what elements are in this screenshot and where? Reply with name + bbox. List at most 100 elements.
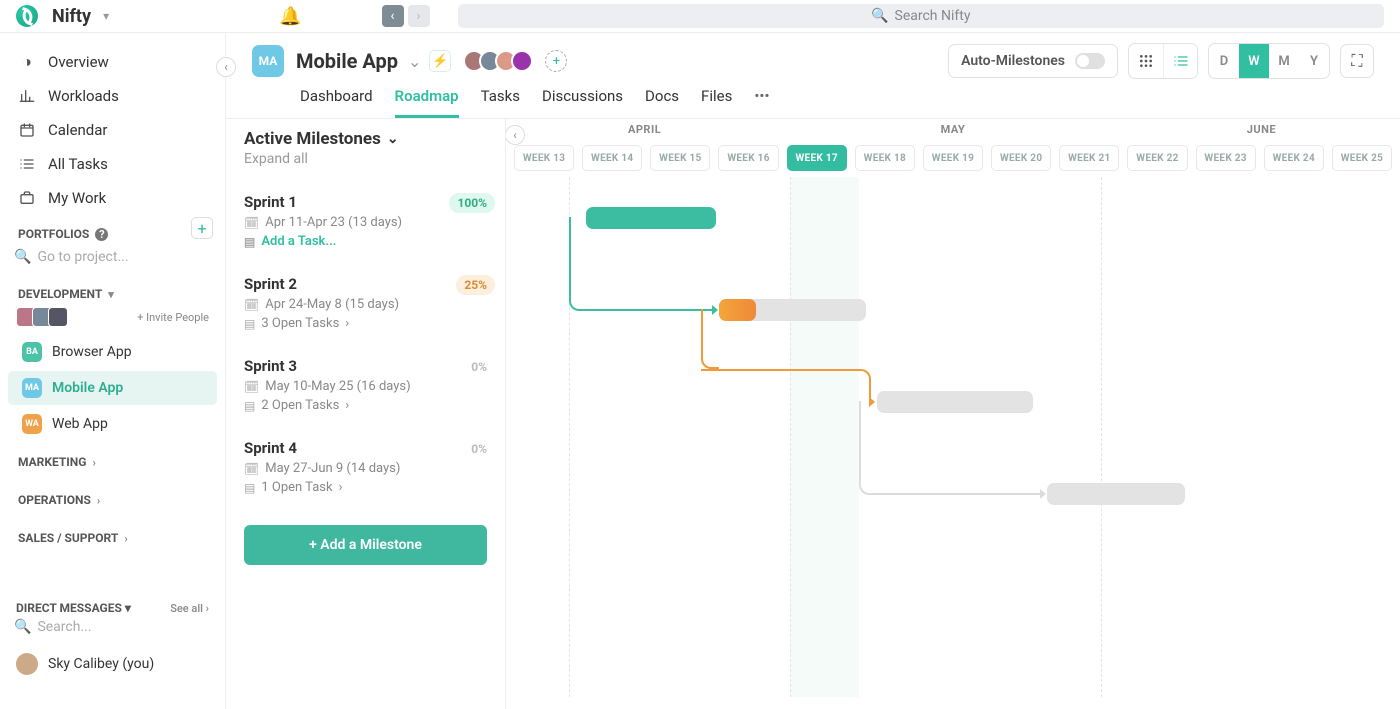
collapse-sidebar-button[interactable]: ‹ [216, 57, 236, 77]
open-tasks-link[interactable]: ▤2 Open Tasks › [244, 398, 487, 413]
chevron-right-icon: › [339, 480, 343, 495]
week-pill[interactable]: WEEK 25 [1332, 145, 1392, 171]
bell-icon[interactable]: 🔔 [279, 6, 301, 27]
progress-badge: 0% [463, 439, 495, 459]
task-icon: ▤ [244, 399, 255, 413]
tab-dashboard[interactable]: Dashboard [300, 87, 373, 118]
goto-project-input[interactable]: 🔍 Go to project... [14, 249, 211, 265]
sales-header[interactable]: SALES / SUPPORT › [0, 511, 225, 549]
gantt-bar-sprint1[interactable] [586, 207, 716, 229]
auto-milestones-toggle[interactable]: Auto-Milestones [948, 44, 1118, 78]
zoom-week[interactable]: W [1239, 44, 1269, 78]
team-avatars: + Invite People [0, 305, 225, 333]
sidebar-item-workloads[interactable]: Workloads [0, 79, 225, 113]
nifty-logo[interactable] [16, 5, 38, 27]
add-member-button[interactable]: + [545, 50, 567, 72]
development-header[interactable]: DEVELOPMENT ▾ [0, 275, 225, 305]
nav-back-button[interactable]: ‹ [382, 5, 404, 27]
project-title[interactable]: Mobile App [296, 49, 398, 73]
tab-files[interactable]: Files [701, 87, 732, 118]
project-mobile-app[interactable]: MA Mobile App [8, 371, 217, 405]
sidebar-item-label: Overview [48, 53, 109, 71]
chevron-down-icon[interactable]: ▾ [103, 9, 109, 23]
milestone-name: Sprint 3 [244, 357, 487, 375]
milestone-row[interactable]: 100% Sprint 1 🗓Apr 11-Apr 23 (13 days) ▤… [244, 193, 487, 249]
timeline-weeks: WEEK 13 WEEK 14 WEEK 15 WEEK 16 WEEK 17 WEEK … [506, 139, 1400, 177]
timeline-body[interactable] [506, 177, 1400, 697]
zoom-month[interactable]: M [1269, 44, 1299, 78]
project-badge: WA [22, 414, 42, 434]
month-label: APRIL [506, 119, 783, 139]
week-pill[interactable]: WEEK 14 [582, 145, 642, 171]
brand-name[interactable]: Nifty [52, 6, 91, 27]
sidebar-item-overview[interactable]: ◑ Overview [0, 45, 225, 79]
tab-tasks[interactable]: Tasks [481, 87, 520, 118]
marketing-label: MARKETING [18, 455, 86, 469]
project-label: Mobile App [52, 380, 123, 396]
roadmap: Active Milestones ⌄ Expand all 100% Spri… [226, 119, 1400, 709]
direct-messages-header[interactable]: DIRECT MESSAGES ▾ See all › [0, 589, 225, 617]
milestone-row[interactable]: 0% Sprint 3 🗓May 10-May 25 (16 days) ▤2 … [244, 357, 487, 413]
avatar[interactable] [48, 307, 68, 327]
search-icon: 🔍 [14, 619, 31, 635]
gantt-bar-sprint2[interactable] [719, 299, 867, 321]
chevron-down-icon: ▾ [125, 601, 131, 615]
zoom-year[interactable]: Y [1299, 44, 1329, 78]
week-pill[interactable]: WEEK 24 [1264, 145, 1324, 171]
project-browser-app[interactable]: BA Browser App [8, 335, 217, 369]
operations-header[interactable]: OPERATIONS › [0, 473, 225, 511]
week-pill[interactable]: WEEK 23 [1196, 145, 1256, 171]
milestones-title[interactable]: Active Milestones ⌄ [244, 129, 487, 149]
auto-ms-label: Auto-Milestones [961, 53, 1065, 69]
open-tasks-link[interactable]: ▤3 Open Tasks › [244, 316, 487, 331]
toggle-switch[interactable] [1075, 53, 1105, 69]
zoom-day[interactable]: D [1209, 44, 1239, 78]
sidebar-item-my-work[interactable]: My Work [0, 181, 225, 215]
tab-roadmap[interactable]: Roadmap [395, 87, 459, 118]
add-portfolio-button[interactable]: + [191, 217, 213, 239]
timeline-scroll-left[interactable]: ‹ [506, 125, 525, 145]
milestone-row[interactable]: 0% Sprint 4 🗓May 27-Jun 9 (14 days) ▤1 O… [244, 439, 487, 495]
week-pill[interactable]: WEEK 21 [1059, 145, 1119, 171]
project-label: Web App [52, 416, 108, 432]
progress-badge: 100% [449, 193, 495, 213]
sidebar-item-calendar[interactable]: Calendar [0, 113, 225, 147]
calendar-icon [18, 121, 36, 139]
milestone-row[interactable]: 25% Sprint 2 🗓Apr 24-May 8 (15 days) ▤3 … [244, 275, 487, 331]
week-pill[interactable]: WEEK 17 [787, 145, 847, 171]
gantt-bar-sprint4[interactable] [1047, 483, 1186, 505]
chevron-down-icon[interactable]: ⌄ [408, 52, 421, 71]
timeline[interactable]: ‹ APRIL MAY JUNE WEEK 13WEEK 14WEEK 15WE… [506, 119, 1400, 709]
tab-more[interactable]: ••• [754, 87, 769, 118]
marketing-header[interactable]: MARKETING › [0, 443, 225, 473]
dm-person[interactable]: Sky Calibey (you) [0, 645, 225, 683]
dm-search-input[interactable]: 🔍 Search... [14, 619, 211, 635]
automation-icon[interactable]: ⚡ [429, 50, 451, 72]
week-pill[interactable]: WEEK 16 [718, 145, 778, 171]
chevron-right-icon: › [345, 316, 349, 331]
help-icon[interactable]: ? [95, 228, 108, 241]
list-view-button[interactable] [1163, 44, 1197, 78]
week-pill[interactable]: WEEK 13 [514, 145, 574, 171]
invite-people-link[interactable]: + Invite People [137, 311, 209, 324]
tab-discussions[interactable]: Discussions [542, 87, 623, 118]
week-pill[interactable]: WEEK 18 [855, 145, 915, 171]
see-all-link[interactable]: See all › [170, 602, 209, 615]
open-tasks-link[interactable]: ▤1 Open Task › [244, 480, 487, 495]
search-input[interactable]: 🔍 Search Nifty [458, 4, 1384, 28]
gantt-bar-sprint3[interactable] [877, 391, 1033, 413]
tab-docs[interactable]: Docs [645, 87, 679, 118]
gantt-bar-fill [719, 299, 756, 321]
sidebar-item-all-tasks[interactable]: All Tasks [0, 147, 225, 181]
add-task-link[interactable]: ▤Add a Task... [244, 234, 487, 249]
expand-all-link[interactable]: Expand all [244, 151, 487, 167]
week-pill[interactable]: WEEK 20 [991, 145, 1051, 171]
fullscreen-button[interactable]: ⛶ [1340, 44, 1374, 78]
week-pill[interactable]: WEEK 22 [1127, 145, 1187, 171]
add-milestone-button[interactable]: + Add a Milestone [244, 525, 487, 565]
week-pill[interactable]: WEEK 15 [650, 145, 710, 171]
grid-view-button[interactable] [1129, 44, 1163, 78]
project-web-app[interactable]: WA Web App [8, 407, 217, 441]
week-pill[interactable]: WEEK 19 [923, 145, 983, 171]
avatar[interactable] [511, 50, 533, 72]
